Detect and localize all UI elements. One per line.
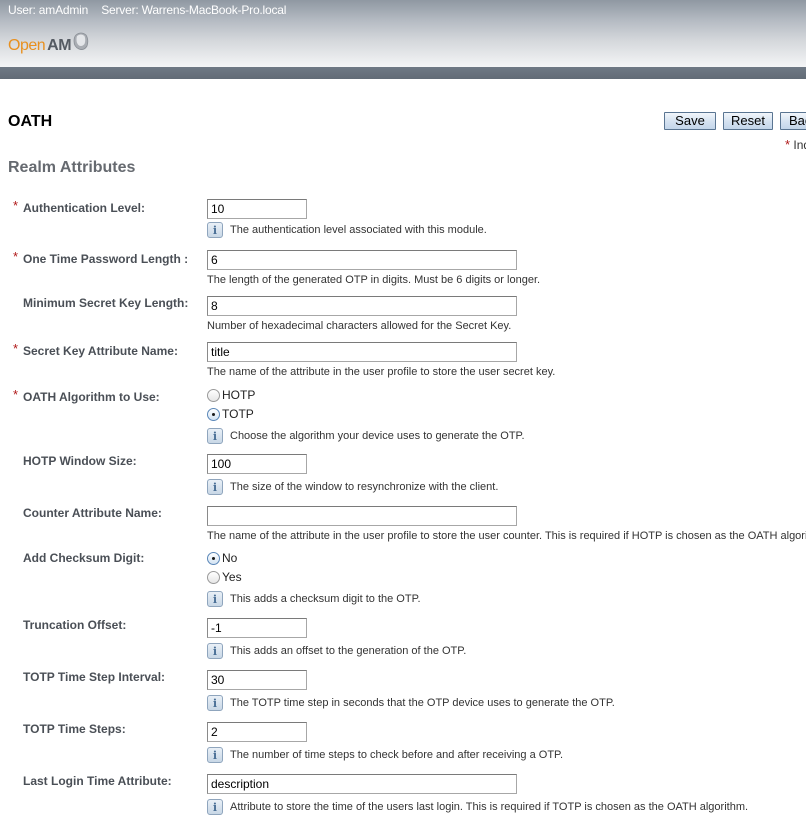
field-label-text: Add Checksum Digit:	[23, 551, 145, 565]
logo-text-open: Open	[8, 37, 46, 54]
logo-text-am: AM	[47, 37, 72, 54]
radio-label: Yes	[222, 570, 242, 584]
field-label-text: Authentication Level:	[23, 201, 146, 215]
user-info: User: amAdmin Server: Warrens-MacBook-Pr…	[8, 3, 296, 17]
required-star: *	[785, 137, 791, 152]
radio-label: HOTP	[222, 388, 256, 402]
field-help: i This adds a checksum digit to the OTP.	[207, 591, 421, 607]
radio-no[interactable]: No	[207, 551, 237, 565]
field-label-text: Last Login Time Attribute:	[23, 774, 172, 788]
required-star: *	[13, 341, 19, 356]
counter-attr-input[interactable]	[207, 506, 517, 526]
reset-button[interactable]: Reset	[723, 112, 773, 130]
field-help-text: The name of the attribute in the user pr…	[207, 530, 806, 542]
radio-yes[interactable]: Yes	[207, 570, 242, 584]
field-help-text: This adds a checksum digit to the OTP.	[230, 593, 421, 605]
field-help: i This adds an offset to the generation …	[207, 643, 466, 659]
field-help-text: The name of the attribute in the user pr…	[207, 366, 556, 378]
back-button[interactable]: Back to Authentication	[780, 112, 806, 130]
server-label: Server: Warrens-MacBook-Pro.local	[101, 3, 287, 17]
info-icon[interactable]: i	[207, 695, 223, 711]
field-help-text: The TOTP time step in seconds that the O…	[230, 697, 615, 709]
field-label-text: OATH Algorithm to Use:	[23, 390, 160, 404]
field-help-text: Number of hexadecimal characters allowed…	[207, 320, 512, 332]
field-label: Last Login Time Attribute:	[23, 774, 172, 788]
field-label: * One Time Password Length :	[13, 249, 189, 266]
field-label: * OATH Algorithm to Use:	[13, 387, 160, 404]
field-label-text: TOTP Time Step Interval:	[23, 670, 166, 684]
field-help-text: Attribute to store the time of the users…	[230, 801, 749, 813]
totp-steps-input[interactable]	[207, 722, 307, 742]
section-title: Realm Attributes	[8, 159, 136, 176]
field-label: HOTP Window Size:	[23, 454, 137, 468]
field-help: The name of the attribute in the user pr…	[207, 530, 806, 542]
required-star: *	[13, 249, 19, 264]
field-help: i Choose the algorithm your device uses …	[207, 428, 525, 444]
secret-key-attr-input[interactable]	[207, 342, 517, 362]
field-help: i The size of the window to resynchroniz…	[207, 479, 498, 495]
field-label-text: TOTP Time Steps:	[23, 722, 126, 736]
required-note-text: Indicates required field	[793, 138, 806, 152]
field-help-text: Choose the algorithm your device uses to…	[230, 430, 525, 442]
info-icon[interactable]: i	[207, 747, 223, 763]
truncation-offset-input[interactable]	[207, 618, 307, 638]
field-help: Number of hexadecimal characters allowed…	[207, 320, 511, 332]
radio-hotp[interactable]: HOTP	[207, 388, 255, 402]
radio-totp[interactable]: TOTP	[207, 407, 254, 421]
field-help: i The number of time steps to check befo…	[207, 747, 563, 763]
info-icon[interactable]: i	[207, 428, 223, 444]
field-label: Counter Attribute Name:	[23, 506, 162, 520]
hotp-window-input[interactable]	[207, 454, 307, 474]
field-label-text: Counter Attribute Name:	[23, 506, 162, 520]
field-help-text: The number of time steps to check before…	[230, 749, 564, 761]
radio-label: TOTP	[222, 407, 254, 421]
required-star: *	[13, 387, 19, 402]
field-label: TOTP Time Step Interval:	[23, 670, 165, 684]
field-label-text: HOTP Window Size:	[23, 454, 137, 468]
radio-label: No	[222, 551, 238, 565]
info-icon[interactable]: i	[207, 479, 223, 495]
field-help: i The authentication level associated wi…	[207, 222, 487, 238]
info-icon[interactable]: i	[207, 643, 223, 659]
user-label: User: amAdmin	[8, 3, 89, 17]
required-note: * Indicates required field	[785, 137, 806, 152]
field-help-text: The length of the generated OTP in digit…	[207, 274, 541, 286]
save-button[interactable]: Save	[664, 112, 716, 130]
field-label: * Authentication Level:	[13, 198, 146, 215]
field-label: Minimum Secret Key Length:	[23, 296, 188, 310]
navigation-bar	[0, 67, 806, 79]
min-secret-key-length-input[interactable]	[207, 296, 517, 316]
totp-interval-input[interactable]	[207, 670, 307, 690]
field-help-text: The size of the window to resynchronize …	[230, 481, 499, 493]
field-help: i The TOTP time step in seconds that the…	[207, 695, 615, 711]
field-label: * Secret Key Attribute Name:	[13, 341, 178, 358]
field-label-text: One Time Password Length :	[23, 252, 189, 266]
info-icon[interactable]: i	[207, 222, 223, 238]
masthead: User: amAdmin Server: Warrens-MacBook-Pr…	[0, 0, 806, 67]
field-help: The length of the generated OTP in digit…	[207, 274, 540, 286]
field-label-text: Truncation Offset:	[23, 618, 127, 632]
logo-mark-icon	[73, 32, 89, 50]
field-help-text: The authentication level associated with…	[230, 224, 487, 236]
info-icon[interactable]: i	[207, 799, 223, 815]
openam-logo: Open AM	[8, 32, 90, 58]
auth-level-input[interactable]	[207, 199, 307, 219]
radio-button-yes[interactable]	[207, 570, 220, 584]
field-help-text: This adds an offset to the generation of…	[230, 645, 467, 657]
field-label: Truncation Offset:	[23, 618, 126, 632]
required-star: *	[13, 198, 19, 213]
otp-length-input[interactable]	[207, 250, 517, 270]
radio-button-hotp[interactable]	[207, 388, 220, 402]
radio-button-no[interactable]	[207, 551, 220, 565]
field-label: TOTP Time Steps:	[23, 722, 126, 736]
field-label-text: Minimum Secret Key Length:	[23, 296, 189, 310]
info-icon[interactable]: i	[207, 591, 223, 607]
field-help: i Attribute to store the time of the use…	[207, 799, 748, 815]
field-help: The name of the attribute in the user pr…	[207, 366, 555, 378]
field-label: Add Checksum Digit:	[23, 551, 144, 565]
last-login-attr-input[interactable]	[207, 774, 517, 794]
page-title: OATH	[8, 113, 53, 130]
field-label-text: Secret Key Attribute Name:	[23, 344, 178, 358]
radio-button-totp[interactable]	[207, 407, 220, 421]
